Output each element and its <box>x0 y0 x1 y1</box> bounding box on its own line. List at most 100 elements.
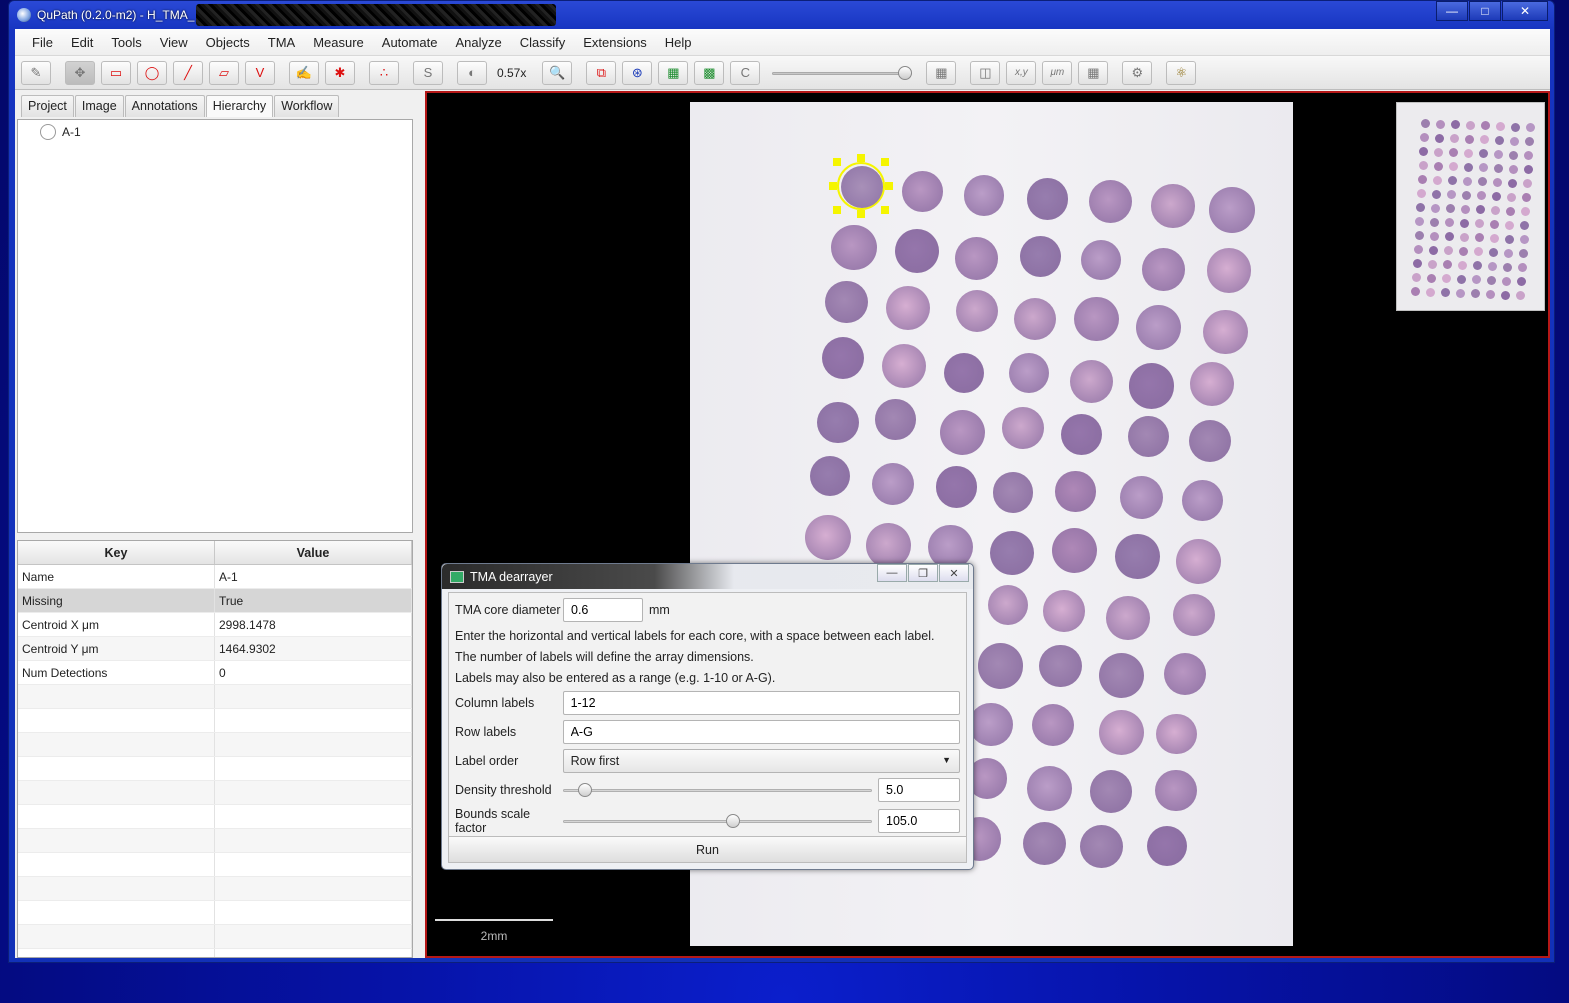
overview-thumbnail[interactable] <box>1396 102 1545 311</box>
tma-core[interactable] <box>992 472 1034 513</box>
tma-core[interactable] <box>1008 352 1050 394</box>
polyline-tool-icon[interactable]: V <box>245 60 275 85</box>
tma-core[interactable] <box>963 175 1004 216</box>
tma-core[interactable] <box>1176 538 1222 584</box>
core-diameter-input[interactable] <box>563 598 643 622</box>
show-detections-icon[interactable]: ▦ <box>658 60 689 85</box>
tma-core[interactable] <box>809 456 850 497</box>
menu-classify[interactable]: Classify <box>511 35 575 50</box>
selection-mode-icon[interactable]: S <box>413 60 443 85</box>
menu-help[interactable]: Help <box>656 35 701 50</box>
ellipse-tool-icon[interactable]: ◯ <box>137 60 167 85</box>
overview-toggle-icon[interactable]: ◫ <box>970 60 1001 85</box>
run-button[interactable]: Run <box>449 836 966 862</box>
selection-handle[interactable] <box>881 206 889 214</box>
tma-core[interactable] <box>969 702 1013 747</box>
tma-core[interactable] <box>1188 419 1232 463</box>
tma-core[interactable] <box>987 585 1028 626</box>
menu-tools[interactable]: Tools <box>102 35 150 50</box>
minimize-icon[interactable]: — <box>1436 1 1468 21</box>
tma-core[interactable] <box>1141 248 1185 291</box>
tma-core[interactable] <box>1013 297 1057 341</box>
brush-tool-icon[interactable]: ✍ <box>289 60 319 85</box>
brightness-contrast-icon[interactable]: ◐ <box>457 60 487 85</box>
menu-measure[interactable]: Measure <box>304 35 373 50</box>
tma-core[interactable] <box>1136 305 1182 351</box>
hierarchy-tree[interactable]: A-1 <box>17 119 413 533</box>
tma-core[interactable] <box>1080 824 1123 868</box>
tma-core[interactable] <box>1032 703 1075 746</box>
tree-item[interactable]: A-1 <box>18 120 412 140</box>
tma-core[interactable] <box>1115 534 1160 579</box>
tma-core[interactable] <box>1060 413 1102 456</box>
polygon-tool-icon[interactable]: ▱ <box>209 60 239 85</box>
column-labels-input[interactable] <box>562 691 960 715</box>
selection-handle[interactable] <box>881 158 889 166</box>
table-row[interactable]: Num Detections 0 <box>18 661 412 685</box>
tma-core[interactable] <box>1089 769 1133 813</box>
menu-view[interactable]: View <box>151 35 197 50</box>
move-tool-icon[interactable]: ✥ <box>65 60 95 85</box>
tma-core[interactable] <box>1099 652 1145 698</box>
grid-toggle-icon[interactable]: ▦ <box>1078 60 1109 85</box>
tma-core[interactable] <box>1209 187 1256 234</box>
tma-core[interactable] <box>805 514 851 561</box>
maximize-icon[interactable]: □ <box>1469 1 1501 21</box>
value-column-header[interactable]: Value <box>215 541 412 564</box>
dialog-restore-icon[interactable]: ❐ <box>908 564 938 582</box>
label-order-dropdown[interactable]: Row first ▼ <box>562 749 960 773</box>
zoom-to-fit-icon[interactable]: 🔍 <box>542 60 573 85</box>
tma-core[interactable] <box>830 224 877 271</box>
selection-handle[interactable] <box>857 210 865 218</box>
tma-core[interactable] <box>955 289 999 333</box>
gear-icon[interactable]: ⚙ <box>1122 60 1153 85</box>
cursor-location-icon[interactable]: x,y <box>1006 60 1037 85</box>
tma-core[interactable] <box>875 399 916 440</box>
log-microscope-icon[interactable]: ⚛ <box>1166 60 1197 85</box>
dialog-close-icon[interactable]: ✕ <box>939 564 969 582</box>
tma-core[interactable] <box>990 530 1035 575</box>
tma-core[interactable] <box>1051 527 1098 574</box>
tma-core[interactable] <box>1206 248 1252 293</box>
dialog-title-bar[interactable]: TMA dearrayer — ❐ ✕ <box>442 564 973 589</box>
selection-handle[interactable] <box>829 182 837 190</box>
menu-edit[interactable]: Edit <box>62 35 102 50</box>
menu-tma[interactable]: TMA <box>259 35 304 50</box>
tab-image[interactable]: Image <box>74 95 124 117</box>
scalebar-toggle-icon[interactable]: μm <box>1042 60 1073 85</box>
menu-extensions[interactable]: Extensions <box>574 35 656 50</box>
measurement-table-icon[interactable]: ▦ <box>926 60 957 85</box>
tma-core[interactable] <box>1146 825 1188 867</box>
tma-core[interactable] <box>881 344 926 389</box>
tma-core[interactable] <box>1129 363 1175 409</box>
close-icon[interactable]: ✕ <box>1502 1 1548 21</box>
tma-core[interactable] <box>1027 766 1072 811</box>
density-threshold-slider[interactable] <box>562 779 872 801</box>
density-threshold-input[interactable] <box>878 778 960 802</box>
tma-core[interactable] <box>1039 644 1082 688</box>
show-connections-icon[interactable]: C <box>730 60 761 85</box>
table-row[interactable]: Centroid Y μm 1464.9302 <box>18 637 412 661</box>
bounds-slider-thumb[interactable] <box>725 814 740 828</box>
tma-core[interactable] <box>1156 713 1197 755</box>
tma-core[interactable] <box>871 462 914 505</box>
tma-core[interactable] <box>1043 590 1085 632</box>
dialog-minimize-icon[interactable]: — <box>877 564 907 582</box>
tma-core[interactable] <box>1172 594 1215 637</box>
tma-core[interactable] <box>1182 480 1223 522</box>
tma-core[interactable] <box>1020 235 1062 277</box>
key-column-header[interactable]: Key <box>18 541 215 564</box>
tma-core[interactable] <box>1099 709 1145 755</box>
tma-core[interactable] <box>1080 239 1122 281</box>
tma-core[interactable] <box>841 166 883 208</box>
tma-core[interactable] <box>940 409 986 455</box>
tab-hierarchy[interactable]: Hierarchy <box>205 95 274 117</box>
tma-core[interactable] <box>1055 471 1096 512</box>
tma-core[interactable] <box>1119 476 1163 520</box>
tma-core[interactable] <box>1151 184 1195 228</box>
row-labels-input[interactable] <box>562 720 960 744</box>
tma-core[interactable] <box>1190 362 1235 407</box>
selection-handle[interactable] <box>833 158 841 166</box>
tma-core[interactable] <box>822 337 865 380</box>
tma-core[interactable] <box>935 466 978 508</box>
